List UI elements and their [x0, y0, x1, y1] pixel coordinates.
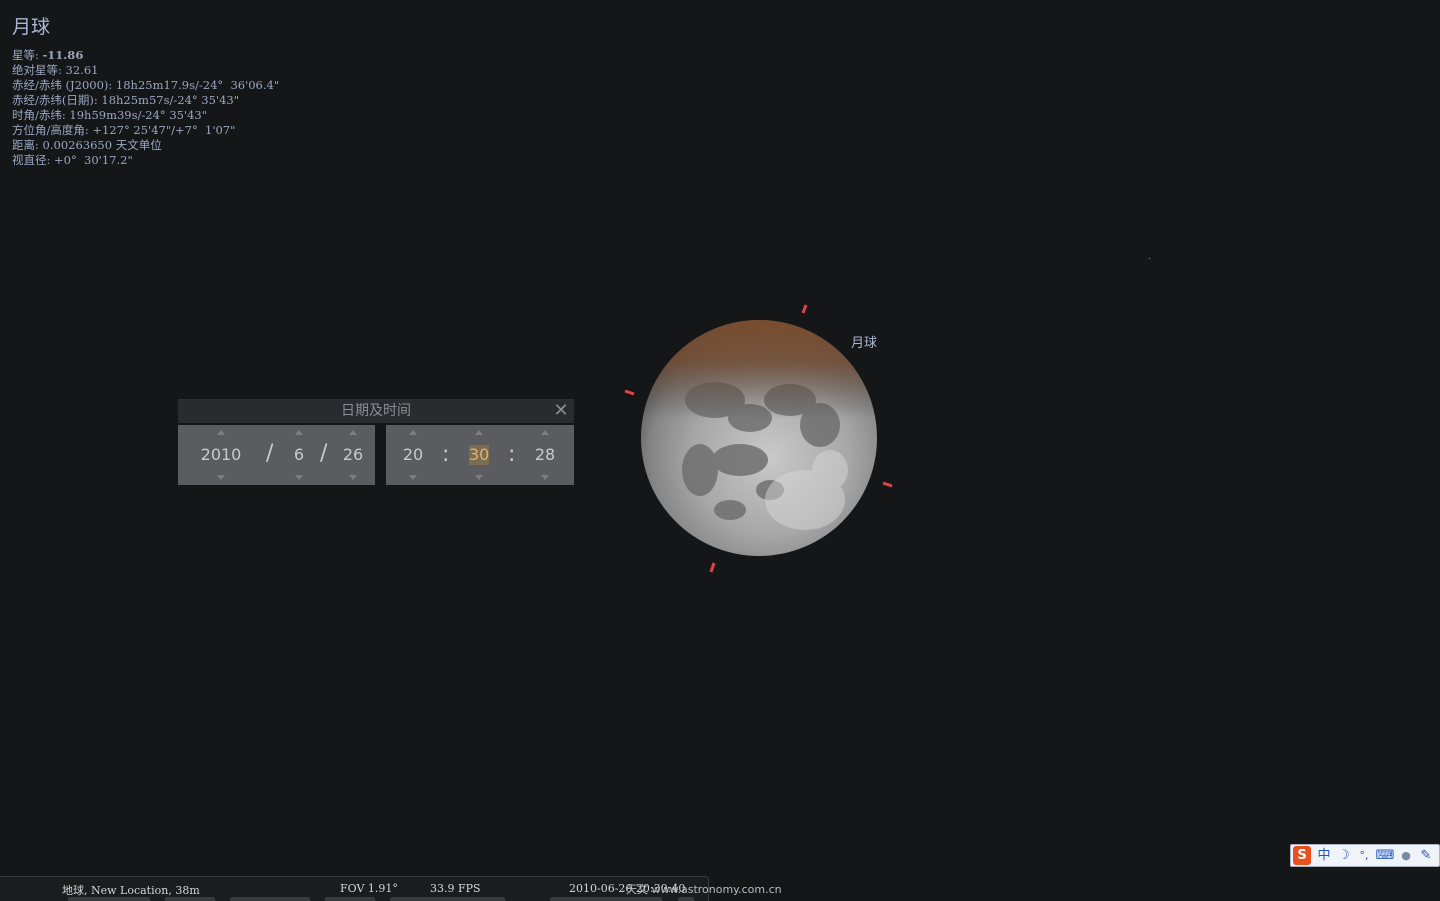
hour-spinner[interactable]: 20 — [396, 425, 430, 485]
settings-icon[interactable]: ✎ — [1417, 846, 1435, 865]
hour-up-icon[interactable] — [409, 430, 417, 435]
time-separator: : — [442, 442, 450, 467]
minute-value[interactable]: 30 — [469, 445, 489, 465]
toolbar-tab[interactable] — [165, 897, 215, 901]
day-up-icon[interactable] — [349, 430, 357, 435]
month-down-icon[interactable] — [295, 475, 303, 480]
ime-lang-button[interactable]: 中 — [1315, 846, 1333, 865]
time-separator: : — [508, 442, 516, 467]
dialog-titlebar[interactable]: 日期及时间 ✕ — [178, 399, 574, 423]
status-bar: 地球, New Location, 38m FOV 1.91° 33.9 FPS… — [0, 876, 709, 901]
user-icon[interactable]: ● — [1397, 846, 1415, 865]
minute-up-icon[interactable] — [475, 430, 483, 435]
watermark: 天文 www.astronomy.com.cn — [626, 883, 782, 896]
hour-down-icon[interactable] — [409, 475, 417, 480]
info-hour-angle: 时角/赤纬: 19h59m39s/-24° 35'43" — [12, 108, 208, 122]
toolbar-tab[interactable] — [390, 897, 505, 901]
minute-down-icon[interactable] — [475, 475, 483, 480]
status-fps: 33.9 FPS — [430, 882, 481, 895]
year-spinner[interactable]: 2010 — [186, 425, 256, 485]
date-separator: / — [266, 441, 274, 466]
day-down-icon[interactable] — [349, 475, 357, 480]
info-ra-dec-date: 赤经/赤纬(日期): 18h25m57s/-24° 35'43" — [12, 93, 240, 107]
ime-punct-icon[interactable]: °, — [1355, 846, 1373, 865]
year-value[interactable]: 2010 — [186, 445, 256, 465]
star[interactable] — [1149, 258, 1150, 259]
year-down-icon[interactable] — [217, 475, 225, 480]
close-icon[interactable]: ✕ — [552, 401, 570, 421]
info-az-alt: 方位角/高度角: +127° 25'47"/+7° 1'07" — [12, 123, 236, 137]
object-info: 星等: -11.86 绝对星等: 32.61 赤经/赤纬 (J2000): 18h2… — [12, 48, 279, 168]
keyboard-icon[interactable]: ⌨ — [1375, 846, 1395, 865]
toolbar-tab[interactable] — [230, 897, 310, 901]
second-down-icon[interactable] — [541, 475, 549, 480]
toolbar-tab[interactable] — [550, 897, 662, 901]
info-ra-dec-j2000: 赤经/赤纬 (J2000): 18h25m17.9s/-24° 36'06.4" — [12, 78, 280, 92]
second-up-icon[interactable] — [541, 430, 549, 435]
status-fov: FOV 1.91° — [340, 882, 398, 895]
ime-logo-icon[interactable]: S — [1293, 846, 1311, 865]
datetime-dialog: 日期及时间 ✕ 2010 / 6 / 26 20 : 30: 28 — [178, 399, 574, 485]
info-distance: 距离: 0.00263650 天文单位 — [12, 138, 162, 152]
time-panel: 20 : 30 : 28 — [386, 425, 574, 485]
second-spinner[interactable]: 28 — [528, 425, 562, 485]
object-name: 月球 — [12, 16, 51, 38]
dialog-title: 日期及时间 — [341, 403, 411, 419]
info-magnitude: 星等: -11.86 — [12, 48, 84, 62]
month-spinner[interactable]: 6 — [282, 425, 316, 485]
hour-value[interactable]: 20 — [396, 445, 430, 465]
month-value[interactable]: 6 — [282, 445, 316, 465]
date-panel: 2010 / 6 / 26 — [178, 425, 375, 485]
month-up-icon[interactable] — [295, 430, 303, 435]
toolbar-tab[interactable] — [678, 897, 694, 901]
ime-toolbar: S 中 ☽ °, ⌨ ● ✎ — [1290, 844, 1440, 867]
toolbar-tab[interactable] — [68, 897, 150, 901]
info-abs-magnitude: 绝对星等: 32.61 — [12, 63, 99, 77]
second-value[interactable]: 28 — [528, 445, 562, 465]
info-apparent-diameter: 视直径: +0° 30'17.2" — [12, 153, 133, 167]
date-separator: / — [320, 441, 328, 466]
moon-label: 月球 — [851, 336, 878, 351]
toolbar-tab[interactable] — [325, 897, 375, 901]
minute-spinner[interactable]: 30 — [462, 425, 496, 485]
day-value[interactable]: 26 — [336, 445, 370, 465]
status-location: 地球, New Location, 38m — [62, 884, 200, 897]
day-spinner[interactable]: 26 — [336, 425, 370, 485]
year-up-icon[interactable] — [217, 430, 225, 435]
ime-moon-icon[interactable]: ☽ — [1335, 846, 1353, 865]
